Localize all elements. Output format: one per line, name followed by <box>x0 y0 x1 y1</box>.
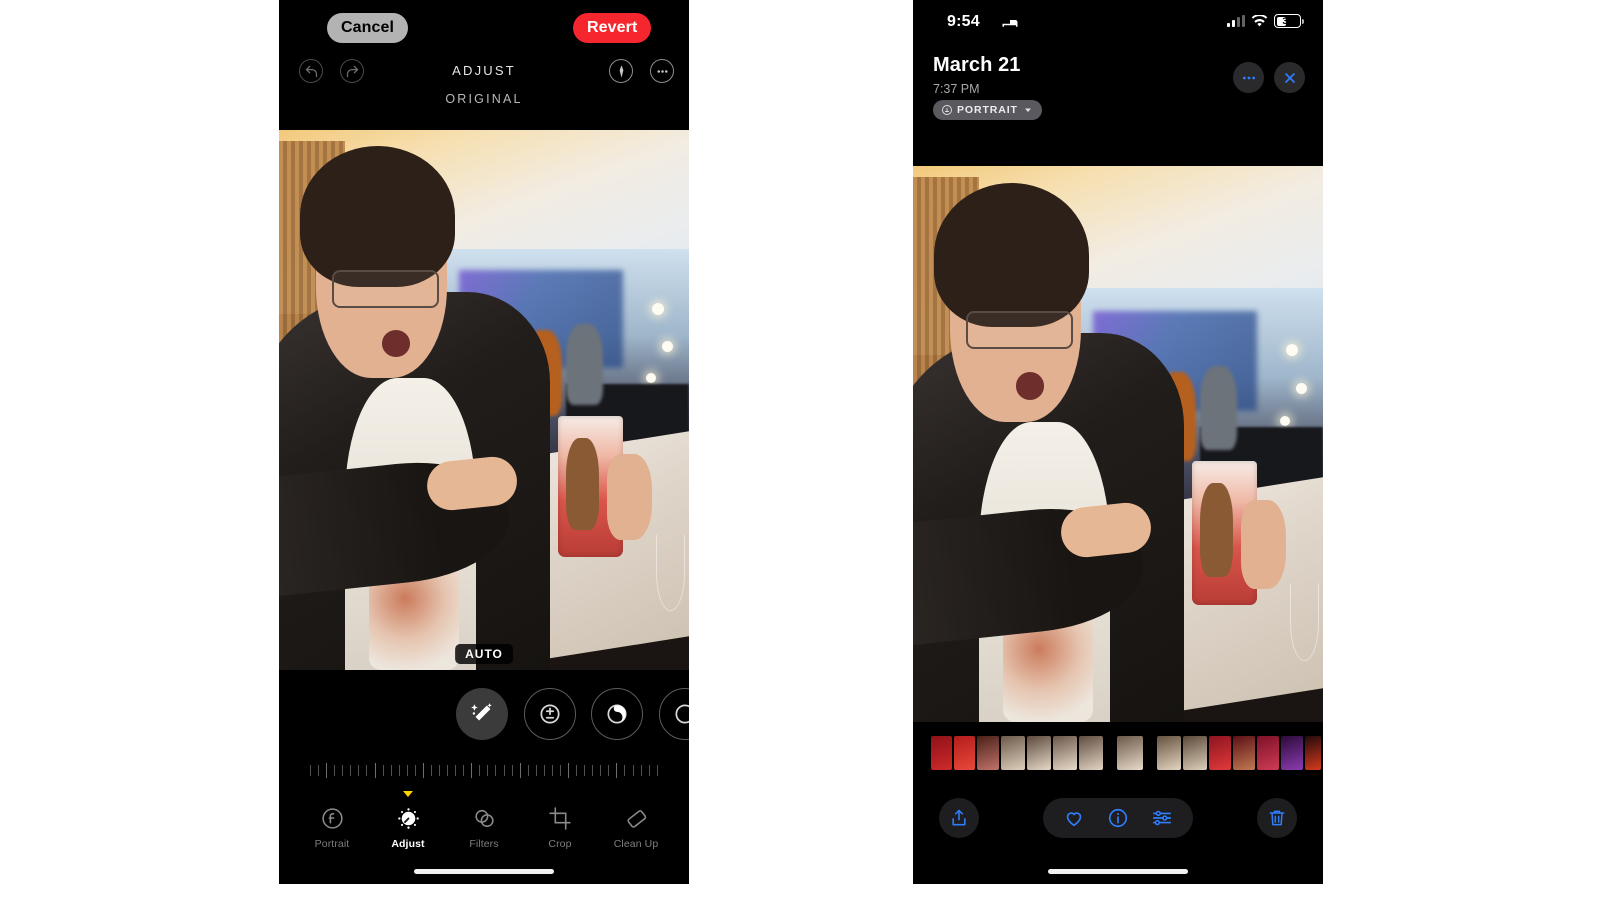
photo-filmstrip[interactable] <box>913 722 1323 784</box>
trash-icon[interactable] <box>1257 798 1297 838</box>
filmstrip-thumbnail[interactable] <box>954 736 975 770</box>
filmstrip-thumbnail[interactable] <box>977 736 999 770</box>
photo-action-bar <box>913 784 1323 852</box>
close-x-icon[interactable] <box>1274 62 1305 93</box>
photo-person <box>566 324 603 406</box>
filmstrip-thumbnail[interactable] <box>1079 736 1103 770</box>
status-bar-indicators: 35 <box>1227 14 1304 28</box>
filmstrip-thumbnail[interactable] <box>1053 736 1077 770</box>
adjust-tool-row <box>279 688 689 740</box>
filmstrip-thumbnail[interactable] <box>1117 736 1143 770</box>
photo-subject-glasses <box>966 310 1073 350</box>
mode-tab-portrait[interactable]: Portrait <box>305 806 359 850</box>
status-bar-time: 9:54 <box>947 13 980 30</box>
photo-tools-group <box>1043 798 1193 838</box>
more-ellipsis-icon[interactable] <box>650 59 674 83</box>
edit-mode-original-label: ORIGINAL <box>445 92 523 106</box>
photo-pendant-light <box>1295 382 1307 394</box>
right-phone-photo-viewer: 9:54 35 March 21 7:37 PM PORTRAIT <box>913 0 1323 884</box>
filmstrip-thumbnail[interactable] <box>1183 736 1207 770</box>
more-ellipsis-icon[interactable] <box>1233 62 1264 93</box>
sleep-bed-icon <box>1001 16 1019 35</box>
left-phone-photo-editor: Cancel Revert ADJUST ORIGINAL AUTO Portr… <box>279 0 689 884</box>
photo-cup-artwork <box>1200 482 1233 578</box>
filmstrip-thumbnail[interactable] <box>1209 736 1231 770</box>
edited-photo-canvas[interactable]: AUTO <box>279 130 689 670</box>
portrait-mode-badge[interactable]: PORTRAIT <box>933 100 1042 120</box>
photo-person <box>1200 366 1237 450</box>
photo-wine-glass <box>1290 583 1319 661</box>
info-circle-icon[interactable] <box>1101 801 1135 835</box>
mode-tab-filters[interactable]: Filters <box>457 806 511 850</box>
editor-mode-tab-bar: Portrait Adjust Filters Crop Clean Up <box>279 791 689 850</box>
photo-viewer-header: March 21 7:37 PM PORTRAIT <box>913 44 1323 166</box>
cellular-signal-icon <box>1227 15 1245 27</box>
editor-top-bar: Cancel Revert ADJUST ORIGINAL <box>279 0 689 130</box>
filmstrip-thumbnail[interactable] <box>1027 736 1051 770</box>
photo-subject-glasses <box>332 270 439 309</box>
aperture-icon <box>942 105 952 115</box>
magic-wand-icon[interactable] <box>456 688 508 740</box>
photo-subject-mouth <box>1015 371 1045 400</box>
auto-enhance-badge: AUTO <box>455 644 513 664</box>
dual-phone-screenshot-canvas: Cancel Revert ADJUST ORIGINAL AUTO Portr… <box>0 0 1600 900</box>
battery-percent: 35 <box>1282 15 1293 27</box>
photo-wine-glass <box>656 535 685 611</box>
filmstrip-gap <box>1145 736 1155 770</box>
mode-tab-adjust[interactable]: Adjust <box>381 791 435 850</box>
mode-tab-label: Clean Up <box>613 838 659 850</box>
photo-subject-mouth <box>381 329 411 357</box>
chevron-down-icon <box>1024 108 1031 112</box>
exposure-plus-minus-icon[interactable] <box>524 688 576 740</box>
viewed-photo[interactable] <box>913 166 1323 722</box>
photo-cup-artwork <box>566 437 599 530</box>
filmstrip-thumbnail[interactable] <box>1257 736 1279 770</box>
mode-tab-label: Portrait <box>314 838 350 850</box>
markup-pen-icon[interactable] <box>609 59 633 83</box>
share-upload-icon[interactable] <box>939 798 979 838</box>
photo-time: 7:37 PM <box>933 82 980 96</box>
photo-subject-hair <box>933 182 1090 328</box>
filmstrip-thumbnail[interactable] <box>1157 736 1181 770</box>
filmstrip-thumbnail[interactable] <box>1001 736 1025 770</box>
photo-subject-hair <box>299 146 456 287</box>
adjust-control-panel: Portrait Adjust Filters Crop Clean Up <box>279 670 689 884</box>
filmstrip-thumbnail[interactable] <box>931 736 952 770</box>
mode-tab-label: Filters <box>469 838 499 850</box>
revert-button[interactable]: Revert <box>573 13 652 43</box>
adjustments-sliders-icon[interactable] <box>1145 801 1179 835</box>
filmstrip-thumbnail[interactable] <box>1233 736 1255 770</box>
home-indicator <box>1048 869 1188 874</box>
wifi-icon <box>1251 14 1268 26</box>
active-tab-caret-icon <box>403 791 413 797</box>
filmstrip-thumbnail[interactable] <box>1281 736 1303 770</box>
intensity-slider[interactable] <box>310 762 658 778</box>
filmstrip-gap <box>1105 736 1115 770</box>
header-action-buttons <box>1233 62 1305 93</box>
status-bar: 9:54 35 <box>913 0 1323 44</box>
photo-holding-hand <box>607 454 653 541</box>
photo-holding-hand <box>1241 499 1287 589</box>
mode-tab-label: Crop <box>548 838 572 850</box>
mode-tab-clean-up[interactable]: Clean Up <box>609 806 663 850</box>
cancel-button[interactable]: Cancel <box>327 13 409 43</box>
heart-icon[interactable] <box>1057 801 1091 835</box>
mode-tab-crop[interactable]: Crop <box>533 806 587 850</box>
photo-pendant-light <box>661 340 673 352</box>
portrait-badge-label: PORTRAIT <box>957 104 1018 116</box>
photo-date: March 21 <box>933 54 1021 76</box>
highlights-icon[interactable] <box>659 688 689 740</box>
mode-tab-label: Adjust <box>391 838 425 850</box>
battery-indicator: 35 <box>1274 14 1304 28</box>
filmstrip-thumbnail[interactable] <box>1305 736 1321 770</box>
home-indicator <box>414 869 554 874</box>
brilliance-half-circle-icon[interactable] <box>591 688 643 740</box>
